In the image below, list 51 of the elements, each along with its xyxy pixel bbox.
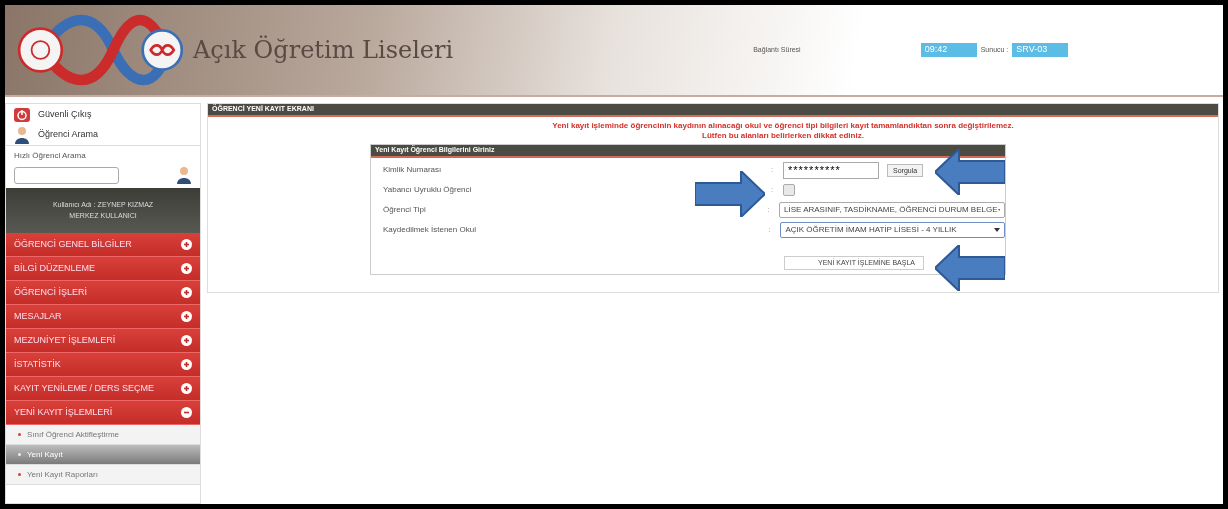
submenu-item[interactable]: Sınıf Öğrenci Aktifleştirme	[6, 425, 200, 445]
logout-link[interactable]: Güvenli Çıkış	[6, 104, 200, 125]
menu-item[interactable]: ÖĞRENCİ İŞLERİ	[6, 281, 200, 305]
quick-search-field[interactable]	[14, 166, 119, 184]
caret-icon	[997, 208, 1000, 212]
bullet-icon	[18, 453, 21, 456]
warning-text: Lütfen bu alanları belirlerken dikkat ediniz.	[702, 131, 864, 141]
expand-icon	[181, 287, 192, 298]
menu-item[interactable]: KAYIT YENİLEME / DERS SEÇME	[6, 377, 200, 401]
expand-icon	[181, 239, 192, 250]
expand-icon	[181, 311, 192, 322]
warning-text: Yeni kayıt işleminde öğrencinin kaydının alınacağı okul ve öğrenci tipi bilgileri kayıt tamamlandıktan sonra değiştirilemez.	[552, 121, 1014, 131]
user-icon	[14, 126, 30, 144]
menu-item[interactable]: ÖĞRENCİ GENEL BİLGİLER	[6, 233, 200, 257]
dropdown-field[interactable]: LİSE ARASINIF, TASDİKNAME, ÖĞRENCİ DURUM BELGE	[779, 202, 1005, 218]
field-label: Kimlik Numarası	[382, 164, 443, 176]
caret-icon	[994, 228, 1000, 232]
dropdown-field[interactable]: AÇIK ÖĞRETİM İMAM HATİP LİSESİ - 4 YILLIK	[780, 222, 1005, 238]
id-number-field[interactable]: **********	[783, 161, 879, 179]
bullet-icon	[18, 433, 21, 436]
field-separator: :	[767, 204, 771, 216]
student-search-link[interactable]: Öğrenci Arama	[6, 125, 200, 146]
field-separator: :	[768, 224, 772, 236]
expand-icon	[181, 263, 192, 274]
foreign-student-checkbox[interactable]	[783, 184, 795, 196]
session-time: 09:42	[920, 43, 977, 57]
expand-icon	[181, 335, 192, 346]
menu-item[interactable]: MESAJLAR	[6, 305, 200, 329]
user-icon	[176, 166, 192, 184]
site-title: Açık Öğretim Liseleri	[193, 34, 454, 66]
menu-item[interactable]: YENİ KAYIT İŞLEMLERİ	[6, 401, 200, 425]
arrow-icon	[695, 171, 765, 217]
power-icon	[14, 107, 30, 122]
server-value: SRV-03	[1012, 43, 1069, 57]
menu-item[interactable]: MEZUNİYET İŞLEMLERİ	[6, 329, 200, 353]
submenu-item[interactable]: Yeni Kayıt Raporları	[6, 465, 200, 485]
menu-item[interactable]: İSTATİSTİK	[6, 353, 200, 377]
expand-icon	[181, 383, 192, 394]
menu-item[interactable]: BİLGİ DÜZENLEME	[6, 257, 200, 281]
field-separator: :	[771, 164, 775, 176]
field-separator: :	[771, 184, 775, 196]
bullet-icon	[18, 473, 21, 476]
field-label: Yabancı Uyruklu Öğrenci	[382, 184, 473, 196]
quick-search-label: Hızlı Öğrenci Arama	[14, 150, 87, 162]
collapse-icon	[181, 407, 192, 418]
field-label: Öğrenci Tipi	[382, 204, 427, 216]
arrow-icon	[935, 245, 1005, 291]
expand-icon	[181, 359, 192, 370]
field-label: Kaydedilmek İstenen Okul	[382, 224, 477, 236]
arrow-icon	[935, 149, 1005, 195]
submenu-item[interactable]: Yeni Kayıt	[6, 445, 200, 465]
